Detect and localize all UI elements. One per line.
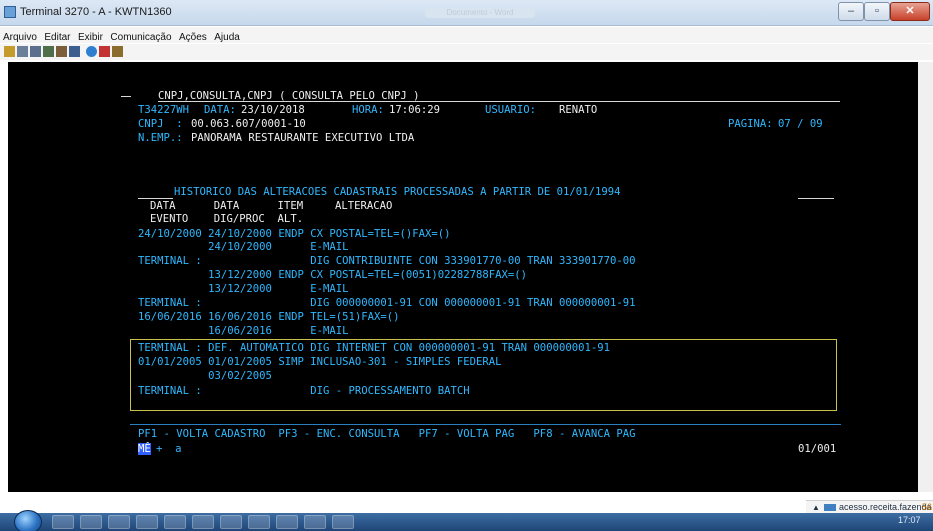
title-bar: Terminal 3270 - A - KWTN1360 Documento -… [0,0,933,26]
print-icon[interactable] [30,46,41,57]
status-position: 01/001 [798,443,837,455]
history-row: 01/01/2005 01/01/2005 SIMP INCLUSAO-301 … [138,356,502,368]
nemp-value: PANORAMA RESTAURANTE EXECUTIVO LTDA [191,132,415,144]
maximize-button[interactable]: ▫ [864,2,890,21]
usuario-value: RENATO [559,104,598,116]
taskbar-app-icon[interactable] [276,515,298,529]
taskbar: 17:07 [0,510,933,531]
taskbar-app-icon[interactable] [220,515,242,529]
menu-bar: Arquivo Editar Exibir Comunicação Ações … [0,27,933,43]
cnpj-value: 00.063.607/0001-10 [191,118,306,130]
terminal-screen[interactable]: CNPJ,CONSULTA,CNPJ ( CONSULTA PELO CNPJ … [8,62,933,492]
receive-icon[interactable] [99,46,110,57]
blurred-tab-label: Documento - Word [425,8,535,18]
date-label: DATA: [204,104,236,116]
start-button[interactable] [14,510,42,531]
nemp-label: N.EMP.: [138,132,183,144]
field-marker [121,96,131,97]
cnpj-label: CNPJ : [138,118,183,130]
keyboard-icon[interactable] [69,46,80,57]
taskbar-word-icon[interactable] [332,515,354,529]
taskbar-chrome-icon[interactable] [136,515,158,529]
taskbar-app-icon[interactable] [192,515,214,529]
column-header-2: EVENTO DIG/PROC ALT. [150,213,304,225]
section-underline-right [798,198,834,199]
pf-keys-line: PF1 - VOLTA CADASTRO PF3 - ENC. CONSULTA… [138,428,636,440]
taskbar-app-icon[interactable] [164,515,186,529]
macro-icon[interactable] [56,46,67,57]
taskbar-pdf-icon[interactable] [304,515,326,529]
history-row: TERMINAL : DEF. AUTOMATICO DIG INTERNET … [138,342,610,354]
section-underline-left [138,198,173,199]
header-underline [158,101,840,102]
history-row: 03/02/2005 [138,370,272,382]
history-row: TERMINAL : DIG CONTRIBUINTE CON 33390177… [138,255,636,267]
terminal-id: T34227WH [138,104,190,116]
usuario-label: USUARIO: [485,104,537,116]
pf-separator [130,424,841,425]
network-icon [824,504,836,511]
taskbar-app-icon[interactable] [248,515,270,529]
minimize-button[interactable]: – [838,2,864,21]
history-row: 24/10/2000 E-MAIL [138,241,349,253]
section-title: HISTORICO DAS ALTERACOES CADASTRAIS PROC… [174,186,621,198]
status-indicator: + a [156,443,182,455]
tray-notification[interactable]: ▲ acesso.receita.fazenda 23001 56 [806,500,933,513]
taskbar-folder-icon[interactable] [80,515,102,529]
terminal-app-icon [4,6,16,18]
taskbar-ie-icon[interactable] [52,515,74,529]
close-button[interactable]: ✕ [890,2,930,21]
settings-icon[interactable] [112,46,123,57]
column-header-1: DATA DATA ITEM ALTERACAO [150,200,393,212]
toolbar [0,44,933,60]
screen-icon[interactable] [43,46,54,57]
pagina-label: PAGINA: [728,118,773,130]
taskbar-clock[interactable]: 17:07 [898,515,921,525]
send-icon[interactable] [86,46,97,57]
taskbar-media-icon[interactable] [108,515,130,529]
pagina-value: 07 / 09 [778,118,823,130]
history-row: 16/06/2016 E-MAIL [138,325,349,337]
history-row: 24/10/2000 24/10/2000 ENDP CX POSTAL=TEL… [138,228,451,240]
hora-label: HORA: [352,104,384,116]
paste-icon[interactable] [17,46,28,57]
history-row: 16/06/2016 16/06/2016 ENDP TEL=(51)FAX=(… [138,311,400,323]
history-row: 13/12/2000 E-MAIL [138,283,349,295]
history-row: TERMINAL : DIG - PROCESSAMENTO BATCH [138,385,470,397]
hora-value: 17:06:29 [389,104,441,116]
status-cursor: MÊ [138,443,151,455]
copy-icon[interactable] [4,46,15,57]
history-row: 13/12/2000 ENDP CX POSTAL=TEL=(0051)0228… [138,269,528,281]
window-right-edge [918,62,933,492]
window-title: Terminal 3270 - A - KWTN1360 [20,6,172,18]
history-row: TERMINAL : DIG 000000001-91 CON 00000000… [138,297,636,309]
date-value: 23/10/2018 [241,104,305,116]
